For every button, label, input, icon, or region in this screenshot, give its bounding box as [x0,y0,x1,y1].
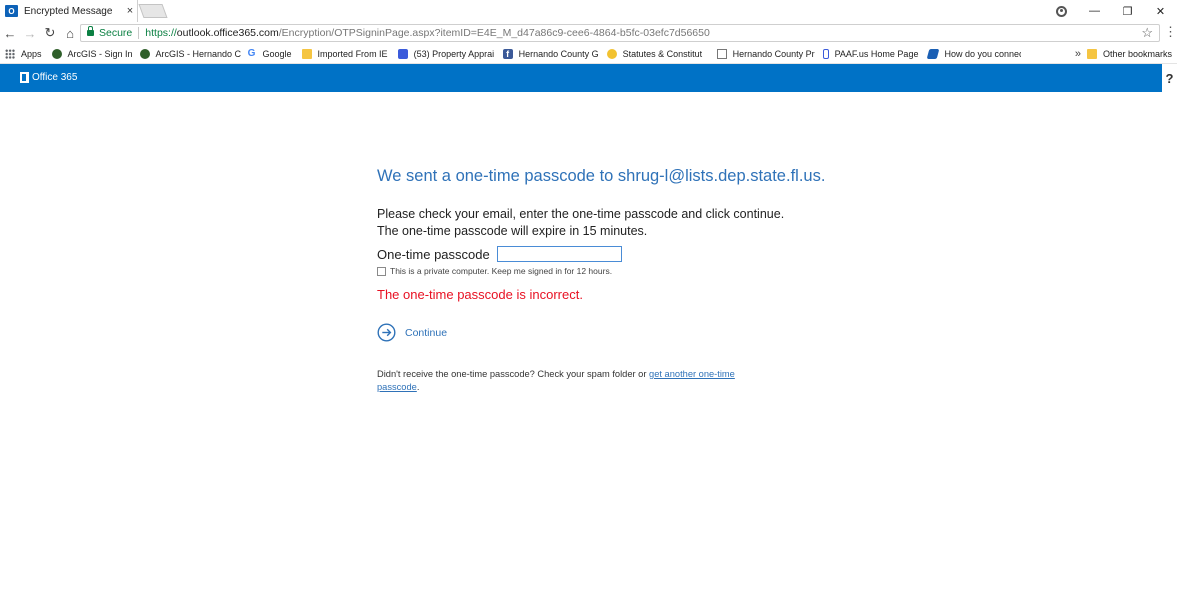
apps-icon [5,48,15,59]
window-controls: — ❐ ✕ [1045,0,1177,22]
browser-menu-icon[interactable]: ⋮ [1164,24,1177,40]
browser-tab[interactable]: O Encrypted Message × [0,0,138,22]
home-button[interactable]: ⌂ [60,23,80,43]
browser-tabstrip: O Encrypted Message × — ❐ ✕ [0,0,1177,22]
bookmark-hernando-county-pr[interactable]: Hernando County Pr [712,45,818,63]
help-button[interactable]: ? [1162,64,1177,92]
google-icon: G [247,48,256,59]
lock-icon [87,26,94,36]
facebook-icon: f [502,48,513,59]
secure-label: Secure [99,27,133,39]
globe-icon [139,48,150,59]
bookmark-label: (53) Property Apprai [413,48,495,59]
outlook-icon: O [5,5,18,17]
instructions: Please check your email, enter the one-t… [377,206,784,240]
bookmark-statutes[interactable]: Statutes & Constitut [602,45,712,63]
office365-header: Office 365 ? [0,64,1177,92]
new-tab-button[interactable] [138,4,168,18]
bookmark-arcgis-sign-in[interactable]: ArcGIS - Sign In [47,45,135,63]
bookmarks-overflow-icon[interactable]: » [1069,48,1087,60]
resend-prefix: Didn't receive the one-time passcode? Ch… [377,369,650,379]
restore-button[interactable]: ❐ [1111,1,1144,21]
bookmark-label: Hernando County G [518,48,599,59]
resend-suffix: . [416,382,420,392]
url-host: outlook.office365.com [176,27,279,39]
continue-button[interactable]: Continue [377,323,447,342]
bookmark-how-do-you-connect[interactable]: How do you connec [923,45,1021,63]
bookmark-label: Imported From IE [317,48,388,59]
remember-label: This is a private computer. Keep me sign… [390,266,613,276]
folder-icon [301,48,312,59]
passcode-input[interactable] [496,246,622,262]
office-icon [20,72,29,83]
bookmark-label: Google [262,48,292,59]
bookmark-label: Hernando County Pr [732,48,815,59]
instruction-line-1: Please check your email, enter the one-t… [377,207,785,221]
bookmark-star-icon[interactable]: ☆ [1141,25,1153,41]
bookmarks-bar: Apps ArcGIS - Sign In ArcGIS - Hernando … [0,44,1177,64]
other-bookmarks-label: Other bookmarks [1102,48,1172,59]
browser-toolbar: ← → ↻ ⌂ Secure https://outlook.office365… [0,22,1177,44]
bookmark-imported-from-ie[interactable]: Imported From IE [297,45,393,63]
bookmark-hernando-county-g[interactable]: f Hernando County G [498,45,602,63]
bookmark-label: Apps [21,48,42,59]
back-button[interactable]: ← [0,23,20,43]
bookmark-label: How do you connec [944,48,1022,59]
instruction-line-2: The one-time passcode will expire in 15 … [377,224,648,238]
remember-checkbox[interactable] [377,266,386,276]
page-icon [716,48,727,59]
continue-label: Continue [405,326,448,339]
office365-logo[interactable]: Office 365 [20,72,77,83]
error-message: The one-time passcode is incorrect. [377,287,583,302]
bookmark-google[interactable]: G Google [242,45,297,63]
reload-button[interactable]: ↻ [40,23,60,43]
bar-icon [822,48,829,59]
globe-icon [51,48,62,59]
bookmark-apps[interactable]: Apps [0,45,47,63]
close-window-button[interactable]: ✕ [1144,1,1177,21]
passcode-label: One-time passcode [377,246,490,262]
tab-close-icon[interactable]: × [124,5,136,17]
url-scheme: https:// [145,27,177,39]
remember-row: This is a private computer. Keep me sign… [377,266,612,276]
bookmark-label: Statutes & Constitut [622,48,703,59]
tab-title: Encrypted Message [24,5,113,17]
bookmark-label: PAAF.us Home Page [834,48,919,59]
address-bar[interactable]: Secure https://outlook.office365.com/Enc… [80,24,1160,42]
forward-button[interactable]: → [20,23,40,43]
site-icon [397,48,408,59]
arrow-circle-icon [377,323,396,342]
arrow-icon [927,48,940,59]
profile-icon [1056,5,1067,17]
star-icon [606,48,617,59]
resend-text: Didn't receive the one-time passcode? Ch… [377,368,777,394]
passcode-row: One-time passcode [377,246,622,262]
other-bookmarks[interactable]: Other bookmarks [1086,48,1177,59]
url-path: /Encryption/OTPSigninPage.aspx?itemID=E4… [278,27,710,39]
minimize-button[interactable]: — [1078,1,1111,21]
omnibox-divider [138,27,140,39]
bookmark-arcgis-hernando[interactable]: ArcGIS - Hernando C [135,45,242,63]
folder-icon [1086,48,1097,59]
bookmark-paaf[interactable]: PAAF.us Home Page [818,45,924,63]
brand-label: Office 365 [32,72,78,83]
bookmark-label: ArcGIS - Sign In [67,48,133,59]
bookmark-property-appraiser[interactable]: (53) Property Apprai [393,45,498,63]
profile-button[interactable] [1045,1,1078,21]
page-title: We sent a one-time passcode to shrug-l@l… [377,167,826,185]
bookmark-label: ArcGIS - Hernando C [155,48,242,59]
